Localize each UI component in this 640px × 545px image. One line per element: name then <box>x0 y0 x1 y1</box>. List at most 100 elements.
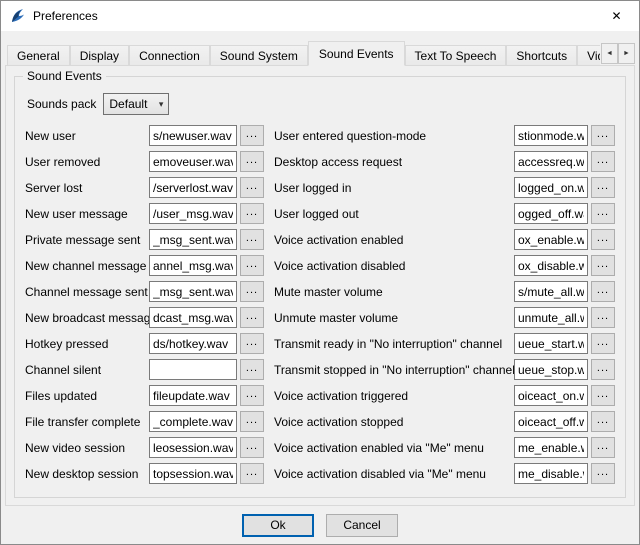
browse-button[interactable]: ... <box>240 229 264 250</box>
browse-button[interactable]: ... <box>591 307 615 328</box>
sound-file-input[interactable] <box>514 125 588 146</box>
sound-file-input[interactable] <box>149 333 237 354</box>
sound-event-label: New desktop session <box>25 467 149 481</box>
sound-event-label: Voice activation enabled <box>274 233 514 247</box>
sound-file-input[interactable] <box>149 307 237 328</box>
sound-event-label: Hotkey pressed <box>25 337 149 351</box>
sound-events-right-column: User entered question-mode ... Desktop a… <box>274 125 615 489</box>
tab-video[interactable]: Video <box>577 45 600 66</box>
sound-file-input[interactable] <box>514 177 588 198</box>
sound-file-input[interactable] <box>149 125 237 146</box>
sound-events-left-column: New user ... User removed ... Server los… <box>25 125 264 489</box>
sound-file-input[interactable] <box>149 411 237 432</box>
browse-button[interactable]: ... <box>240 359 264 380</box>
tab-text-to-speech[interactable]: Text To Speech <box>405 45 507 66</box>
tab-label: Connection <box>139 49 200 63</box>
sound-event-label: Mute master volume <box>274 285 514 299</box>
sound-event-label: Unmute master volume <box>274 311 514 325</box>
browse-button[interactable]: ... <box>591 281 615 302</box>
sound-event-row: User removed ... <box>25 151 264 172</box>
sound-event-row: User logged in ... <box>274 177 615 198</box>
browse-button[interactable]: ... <box>240 411 264 432</box>
browse-button[interactable]: ... <box>240 307 264 328</box>
browse-button[interactable]: ... <box>240 333 264 354</box>
tab-display[interactable]: Display <box>70 45 129 66</box>
tab-scrollers: ◄ ► <box>601 43 635 64</box>
sound-file-input[interactable] <box>514 281 588 302</box>
tab-shortcuts[interactable]: Shortcuts <box>506 45 577 66</box>
browse-button[interactable]: ... <box>591 255 615 276</box>
sound-event-row: Voice activation enabled via "Me" menu .… <box>274 437 615 458</box>
sound-event-label: Voice activation disabled <box>274 259 514 273</box>
browse-button[interactable]: ... <box>591 463 615 484</box>
browse-button[interactable]: ... <box>591 385 615 406</box>
sound-file-input[interactable] <box>514 151 588 172</box>
sound-file-input[interactable] <box>514 333 588 354</box>
sound-event-row: New broadcast message ... <box>25 307 264 328</box>
sound-file-input[interactable] <box>149 281 237 302</box>
browse-button[interactable]: ... <box>240 255 264 276</box>
tab-sound-events[interactable]: Sound Events <box>308 41 405 66</box>
tab-general[interactable]: General <box>7 45 70 66</box>
browse-button[interactable]: ... <box>591 151 615 172</box>
tab-label: Display <box>80 49 119 63</box>
sound-event-label: Server lost <box>25 181 149 195</box>
tabs: General Display Connection Sound SystemSoun… <box>7 41 600 66</box>
browse-button[interactable]: ... <box>591 411 615 432</box>
sound-event-row: New channel message ... <box>25 255 264 276</box>
browse-button[interactable]: ... <box>240 125 264 146</box>
sound-file-input[interactable] <box>149 203 237 224</box>
sound-file-input[interactable] <box>149 177 237 198</box>
sound-file-input[interactable] <box>514 255 588 276</box>
browse-button[interactable]: ... <box>591 125 615 146</box>
browse-button[interactable]: ... <box>240 385 264 406</box>
sound-event-row: Channel message sent ... <box>25 281 264 302</box>
sound-event-label: Channel message sent <box>25 285 149 299</box>
sound-file-input[interactable] <box>149 437 237 458</box>
tab-sound-system[interactable]: Sound System <box>210 45 308 66</box>
sound-event-label: Voice activation disabled via "Me" menu <box>274 467 514 481</box>
browse-button[interactable]: ... <box>240 281 264 302</box>
browse-button[interactable]: ... <box>240 437 264 458</box>
browse-button[interactable]: ... <box>591 359 615 380</box>
cancel-button[interactable]: Cancel <box>326 514 398 537</box>
tab-scroll-right-button[interactable]: ► <box>618 43 635 64</box>
browse-button[interactable]: ... <box>591 229 615 250</box>
browse-button[interactable]: ... <box>240 151 264 172</box>
sound-file-input[interactable] <box>514 437 588 458</box>
sound-event-label: File transfer complete <box>25 415 149 429</box>
sounds-pack-row: Sounds pack Default ▾ <box>27 93 615 115</box>
ok-button[interactable]: Ok <box>242 514 314 537</box>
sounds-pack-select[interactable]: Default ▾ <box>103 93 169 115</box>
sound-file-input[interactable] <box>149 229 237 250</box>
sound-file-input[interactable] <box>514 203 588 224</box>
sound-file-input[interactable] <box>149 255 237 276</box>
sound-file-input[interactable] <box>514 463 588 484</box>
sound-file-input[interactable] <box>149 151 237 172</box>
browse-button[interactable]: ... <box>591 437 615 458</box>
browse-button[interactable]: ... <box>591 333 615 354</box>
sound-file-input[interactable] <box>514 385 588 406</box>
sound-event-row: Hotkey pressed ... <box>25 333 264 354</box>
sound-file-input[interactable] <box>149 463 237 484</box>
sound-event-label: User logged in <box>274 181 514 195</box>
close-button[interactable]: ✕ <box>594 1 639 31</box>
sound-file-input[interactable] <box>149 385 237 406</box>
sound-file-input[interactable] <box>514 359 588 380</box>
sound-file-input[interactable] <box>514 229 588 250</box>
sound-event-row: Voice activation enabled ... <box>274 229 615 250</box>
browse-button[interactable]: ... <box>240 203 264 224</box>
browse-button[interactable]: ... <box>591 177 615 198</box>
sound-event-row: Voice activation triggered ... <box>274 385 615 406</box>
tab-scroll-left-button[interactable]: ◄ <box>601 43 618 64</box>
sound-file-input[interactable] <box>149 359 237 380</box>
sound-file-input[interactable] <box>514 307 588 328</box>
sound-file-input[interactable] <box>514 411 588 432</box>
chevron-down-icon: ▾ <box>159 99 164 110</box>
browse-button[interactable]: ... <box>240 463 264 484</box>
tab-connection[interactable]: Connection <box>129 45 210 66</box>
browse-button[interactable]: ... <box>240 177 264 198</box>
browse-button[interactable]: ... <box>591 203 615 224</box>
sound-event-row: Server lost ... <box>25 177 264 198</box>
sound-event-label: Files updated <box>25 389 149 403</box>
